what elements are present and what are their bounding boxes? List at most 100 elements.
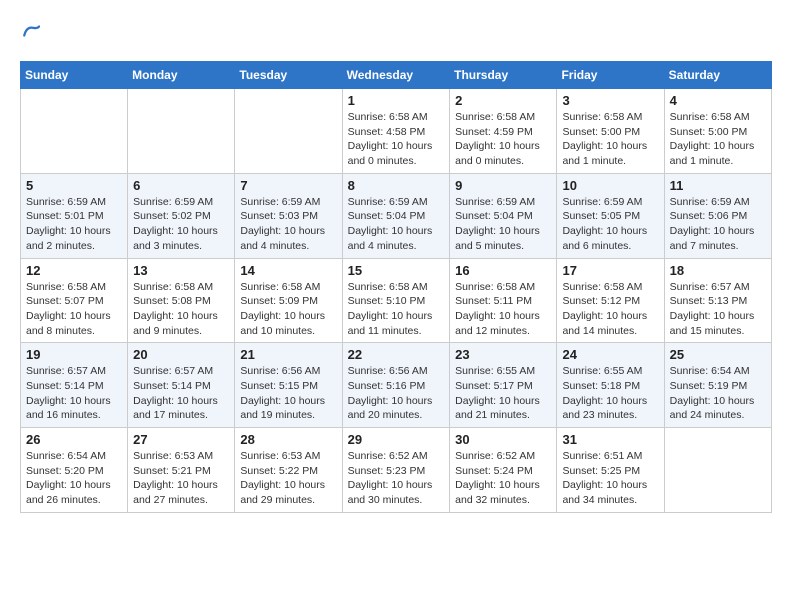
calendar-cell: 27 Sunrise: 6:53 AM Sunset: 5:21 PM Dayli…	[128, 428, 235, 513]
calendar-cell: 24Sunrise: 6:55 AM Sunset: 5:18 PM Dayli…	[557, 343, 664, 428]
logo	[20, 20, 40, 45]
day-number: 29	[348, 432, 445, 447]
day-info: Sunrise: 6:57 AM Sunset: 5:14 PM Dayligh…	[26, 364, 122, 423]
calendar-cell: 7Sunrise: 6:59 AM Sunset: 5:03 PM Daylig…	[235, 173, 342, 258]
day-info: Sunrise: 6:53 AM Sunset: 5:21 PM Dayligh…	[133, 449, 229, 508]
day-info: Sunrise: 6:59 AM Sunset: 5:03 PM Dayligh…	[240, 195, 336, 254]
day-number: 12	[26, 263, 122, 278]
calendar-cell: 1 Sunrise: 6:58 AM Sunset: 4:58 PM Daylig…	[342, 89, 450, 174]
day-info: Sunrise: 6:58 AM Sunset: 5:07 PM Dayligh…	[26, 280, 122, 339]
day-info: Sunrise: 6:55 AM Sunset: 5:17 PM Dayligh…	[455, 364, 551, 423]
calendar-cell: 22 Sunrise: 6:56 AM Sunset: 5:16 PM Dayli…	[342, 343, 450, 428]
header	[20, 20, 772, 45]
calendar-table: SundayMondayTuesdayWednesdayThursdayFrid…	[20, 61, 772, 513]
weekday-header-wednesday: Wednesday	[342, 62, 450, 89]
weekday-header-thursday: Thursday	[450, 62, 557, 89]
calendar-cell: 15 Sunrise: 6:58 AM Sunset: 5:10 PM Dayli…	[342, 258, 450, 343]
day-info: Sunrise: 6:58 AM Sunset: 5:12 PM Dayligh…	[562, 280, 658, 339]
calendar-cell: 30Sunrise: 6:52 AM Sunset: 5:24 PM Dayli…	[450, 428, 557, 513]
day-info: Sunrise: 6:56 AM Sunset: 5:15 PM Dayligh…	[240, 364, 336, 423]
calendar-cell: 16Sunrise: 6:58 AM Sunset: 5:11 PM Dayli…	[450, 258, 557, 343]
day-info: Sunrise: 6:58 AM Sunset: 4:58 PM Dayligh…	[348, 110, 445, 169]
calendar-cell: 14Sunrise: 6:58 AM Sunset: 5:09 PM Dayli…	[235, 258, 342, 343]
day-number: 16	[455, 263, 551, 278]
day-number: 3	[562, 93, 658, 108]
calendar-cell	[235, 89, 342, 174]
day-number: 2	[455, 93, 551, 108]
weekday-row: SundayMondayTuesdayWednesdayThursdayFrid…	[21, 62, 772, 89]
calendar-cell: 8 Sunrise: 6:59 AM Sunset: 5:04 PM Daylig…	[342, 173, 450, 258]
calendar-cell: 19 Sunrise: 6:57 AM Sunset: 5:14 PM Dayli…	[21, 343, 128, 428]
calendar-cell: 9 Sunrise: 6:59 AM Sunset: 5:04 PM Daylig…	[450, 173, 557, 258]
day-number: 27	[133, 432, 229, 447]
day-number: 1	[348, 93, 445, 108]
day-info: Sunrise: 6:58 AM Sunset: 4:59 PM Dayligh…	[455, 110, 551, 169]
day-info: Sunrise: 6:58 AM Sunset: 5:00 PM Dayligh…	[562, 110, 658, 169]
day-number: 21	[240, 347, 336, 362]
day-info: Sunrise: 6:54 AM Sunset: 5:19 PM Dayligh…	[670, 364, 766, 423]
day-number: 14	[240, 263, 336, 278]
day-info: Sunrise: 6:59 AM Sunset: 5:06 PM Dayligh…	[670, 195, 766, 254]
calendar-page: SundayMondayTuesdayWednesdayThursdayFrid…	[0, 0, 792, 523]
weekday-header-monday: Monday	[128, 62, 235, 89]
day-info: Sunrise: 6:59 AM Sunset: 5:05 PM Dayligh…	[562, 195, 658, 254]
calendar-cell	[128, 89, 235, 174]
day-info: Sunrise: 6:57 AM Sunset: 5:14 PM Dayligh…	[133, 364, 229, 423]
calendar-cell: 28Sunrise: 6:53 AM Sunset: 5:22 PM Dayli…	[235, 428, 342, 513]
day-number: 17	[562, 263, 658, 278]
day-info: Sunrise: 6:52 AM Sunset: 5:23 PM Dayligh…	[348, 449, 445, 508]
calendar-week-3: 12 Sunrise: 6:58 AM Sunset: 5:07 PM Dayli…	[21, 258, 772, 343]
day-number: 19	[26, 347, 122, 362]
calendar-cell: 10 Sunrise: 6:59 AM Sunset: 5:05 PM Dayli…	[557, 173, 664, 258]
day-info: Sunrise: 6:57 AM Sunset: 5:13 PM Dayligh…	[670, 280, 766, 339]
calendar-body: 1 Sunrise: 6:58 AM Sunset: 4:58 PM Daylig…	[21, 89, 772, 513]
day-info: Sunrise: 6:59 AM Sunset: 5:04 PM Dayligh…	[348, 195, 445, 254]
day-number: 11	[670, 178, 766, 193]
day-number: 22	[348, 347, 445, 362]
day-number: 24	[562, 347, 658, 362]
day-number: 26	[26, 432, 122, 447]
calendar-cell: 2 Sunrise: 6:58 AM Sunset: 4:59 PM Daylig…	[450, 89, 557, 174]
day-number: 18	[670, 263, 766, 278]
calendar-cell: 21 Sunrise: 6:56 AM Sunset: 5:15 PM Dayli…	[235, 343, 342, 428]
calendar-cell: 12 Sunrise: 6:58 AM Sunset: 5:07 PM Dayli…	[21, 258, 128, 343]
calendar-week-4: 19 Sunrise: 6:57 AM Sunset: 5:14 PM Dayli…	[21, 343, 772, 428]
calendar-cell: 25Sunrise: 6:54 AM Sunset: 5:19 PM Dayli…	[664, 343, 771, 428]
calendar-cell: 26Sunrise: 6:54 AM Sunset: 5:20 PM Dayli…	[21, 428, 128, 513]
calendar-cell: 18 Sunrise: 6:57 AM Sunset: 5:13 PM Dayli…	[664, 258, 771, 343]
calendar-header: SundayMondayTuesdayWednesdayThursdayFrid…	[21, 62, 772, 89]
calendar-cell	[664, 428, 771, 513]
day-info: Sunrise: 6:59 AM Sunset: 5:04 PM Dayligh…	[455, 195, 551, 254]
day-info: Sunrise: 6:51 AM Sunset: 5:25 PM Dayligh…	[562, 449, 658, 508]
day-info: Sunrise: 6:58 AM Sunset: 5:08 PM Dayligh…	[133, 280, 229, 339]
day-number: 23	[455, 347, 551, 362]
day-number: 4	[670, 93, 766, 108]
calendar-cell: 6 Sunrise: 6:59 AM Sunset: 5:02 PM Daylig…	[128, 173, 235, 258]
day-number: 8	[348, 178, 445, 193]
day-info: Sunrise: 6:56 AM Sunset: 5:16 PM Dayligh…	[348, 364, 445, 423]
day-number: 10	[562, 178, 658, 193]
calendar-cell: 17 Sunrise: 6:58 AM Sunset: 5:12 PM Dayli…	[557, 258, 664, 343]
calendar-cell: 11 Sunrise: 6:59 AM Sunset: 5:06 PM Dayli…	[664, 173, 771, 258]
calendar-cell: 3 Sunrise: 6:58 AM Sunset: 5:00 PM Daylig…	[557, 89, 664, 174]
day-info: Sunrise: 6:59 AM Sunset: 5:02 PM Dayligh…	[133, 195, 229, 254]
calendar-cell: 23 Sunrise: 6:55 AM Sunset: 5:17 PM Dayli…	[450, 343, 557, 428]
calendar-cell	[21, 89, 128, 174]
calendar-cell: 13 Sunrise: 6:58 AM Sunset: 5:08 PM Dayli…	[128, 258, 235, 343]
day-number: 20	[133, 347, 229, 362]
weekday-header-tuesday: Tuesday	[235, 62, 342, 89]
calendar-cell: 4Sunrise: 6:58 AM Sunset: 5:00 PM Daylig…	[664, 89, 771, 174]
calendar-cell: 20 Sunrise: 6:57 AM Sunset: 5:14 PM Dayli…	[128, 343, 235, 428]
day-number: 15	[348, 263, 445, 278]
day-info: Sunrise: 6:58 AM Sunset: 5:10 PM Dayligh…	[348, 280, 445, 339]
weekday-header-sunday: Sunday	[21, 62, 128, 89]
day-number: 9	[455, 178, 551, 193]
weekday-header-friday: Friday	[557, 62, 664, 89]
logo-icon	[22, 22, 40, 40]
day-number: 5	[26, 178, 122, 193]
day-number: 31	[562, 432, 658, 447]
day-number: 13	[133, 263, 229, 278]
day-number: 6	[133, 178, 229, 193]
day-number: 30	[455, 432, 551, 447]
weekday-header-saturday: Saturday	[664, 62, 771, 89]
